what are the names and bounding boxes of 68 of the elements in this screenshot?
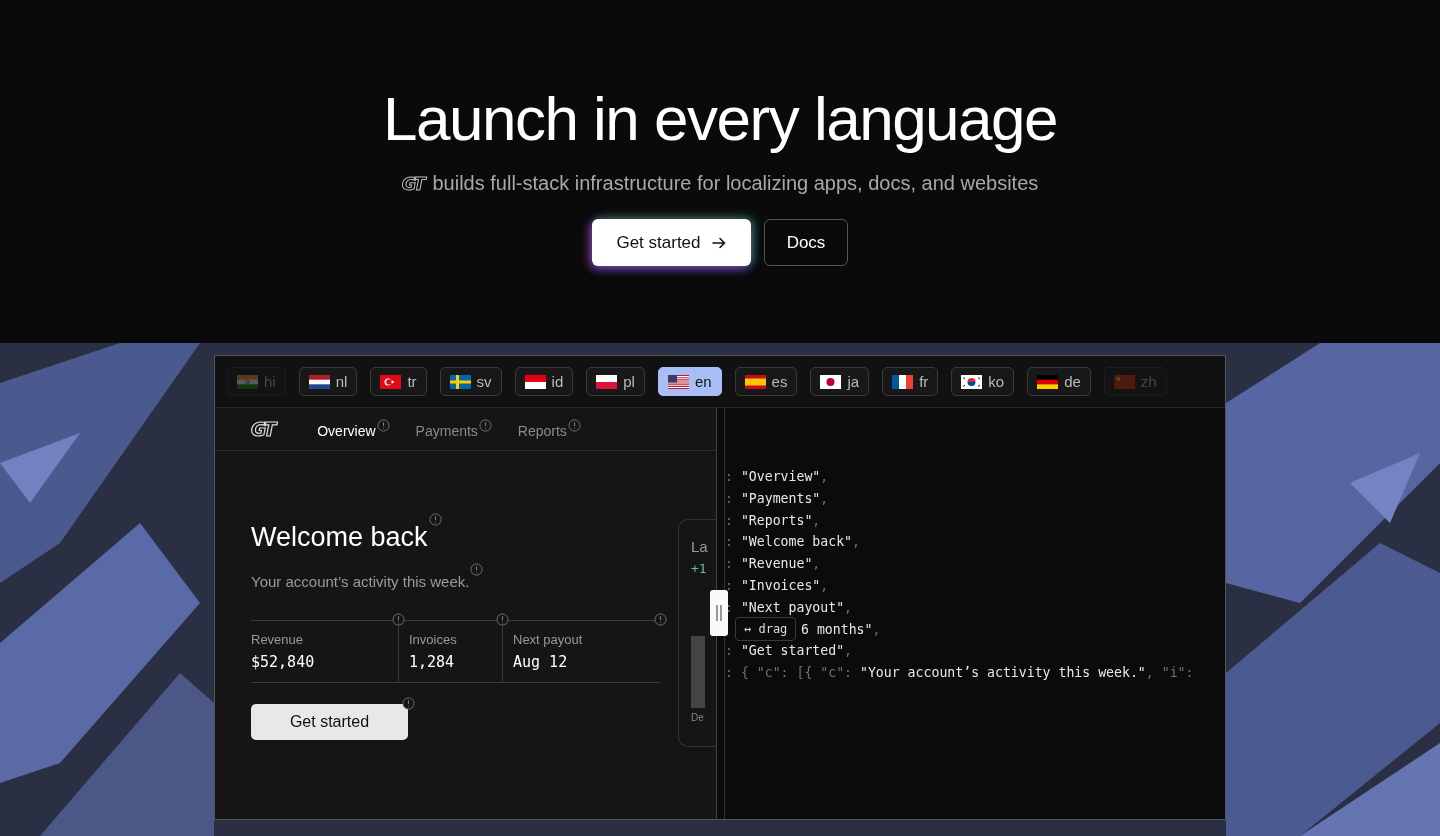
hero-title: Launch in every language bbox=[382, 83, 1058, 155]
hero-subtitle: builds full-stack infrastructure for localizing apps, docs, and websites bbox=[432, 172, 1039, 195]
grip-icon bbox=[716, 604, 722, 622]
code-line: : "Overview", bbox=[725, 468, 829, 486]
code-line: : "Payments", bbox=[725, 489, 829, 508]
code-line: : { "c": [{ "c": "Your account’s activity this week.", "i": bbox=[725, 664, 1194, 683]
get-started-button[interactable]: Get started bbox=[592, 219, 751, 266]
code-line: : "Invoices", bbox=[725, 577, 829, 595]
stat-value: Aug 12 bbox=[513, 653, 569, 671]
language-tab[interactable]: pl bbox=[586, 367, 645, 396]
flag-icon bbox=[1037, 374, 1059, 389]
language-tab[interactable]: fr bbox=[882, 367, 939, 396]
info-icon bbox=[470, 563, 484, 576]
flag-icon bbox=[524, 374, 546, 389]
nav-tab[interactable]: Reports bbox=[517, 419, 567, 439]
language-tab[interactable]: nl bbox=[298, 367, 358, 396]
stat-label: Revenue bbox=[251, 632, 305, 647]
language-tab[interactable]: sv bbox=[439, 367, 502, 396]
flag-icon bbox=[308, 374, 330, 389]
stat-label: Invoices bbox=[409, 632, 458, 647]
info-icon bbox=[392, 613, 405, 626]
info-icon bbox=[496, 613, 509, 626]
language-tab[interactable]: ko bbox=[951, 367, 1015, 396]
code-line: 6 months", bbox=[801, 620, 881, 639]
language-tab[interactable]: en bbox=[657, 367, 722, 396]
code-line: : "Get started", bbox=[725, 642, 853, 661]
card-title: La bbox=[691, 538, 709, 555]
code-line: : "Welcome back", bbox=[725, 533, 860, 552]
info-icon bbox=[428, 513, 442, 526]
info-icon bbox=[567, 419, 581, 432]
chart-bar bbox=[691, 636, 705, 708]
flag-icon bbox=[1113, 374, 1135, 389]
get-started-button[interactable]: Get started bbox=[251, 704, 408, 740]
nav-tab[interactable]: Overview bbox=[317, 419, 376, 439]
flag-icon bbox=[820, 374, 842, 389]
flag-icon bbox=[237, 374, 258, 389]
logo: GT bbox=[401, 173, 426, 194]
language-tab[interactable]: es bbox=[734, 367, 798, 396]
info-icon bbox=[654, 613, 667, 626]
logo: GT bbox=[251, 418, 277, 440]
code-line: : "Revenue", bbox=[725, 555, 821, 574]
card-delta: +1 bbox=[691, 561, 708, 576]
nav-tab[interactable]: Payments bbox=[415, 419, 478, 439]
flag-icon bbox=[744, 374, 766, 389]
stat-value: 1,284 bbox=[409, 653, 456, 671]
info-icon bbox=[478, 419, 492, 432]
page-heading: Welcome back bbox=[251, 521, 428, 553]
code-line: : "Reports", bbox=[725, 511, 821, 530]
flag-icon bbox=[892, 374, 914, 389]
page-subtitle: Your account’s activity this week. bbox=[251, 573, 470, 590]
drag-tooltip: ↔ drag bbox=[735, 617, 797, 641]
language-tab[interactable]: id bbox=[514, 367, 574, 396]
language-tab[interactable]: de bbox=[1027, 367, 1091, 396]
flag-icon bbox=[449, 374, 471, 389]
flag-icon bbox=[596, 374, 618, 389]
code-line: : "Next payout", bbox=[725, 598, 853, 617]
language-tab[interactable]: ja bbox=[810, 367, 870, 396]
flag-icon bbox=[667, 374, 689, 389]
drag-handle[interactable] bbox=[710, 590, 728, 636]
flag-icon bbox=[961, 374, 983, 389]
info-icon bbox=[376, 419, 390, 432]
flag-icon bbox=[380, 374, 402, 389]
docs-button[interactable]: Docs bbox=[764, 219, 848, 266]
stat-value: $52,840 bbox=[251, 653, 316, 671]
stat-label: Next payout bbox=[513, 632, 584, 647]
axis-label: De bbox=[691, 712, 705, 723]
info-icon bbox=[402, 697, 415, 710]
language-tab[interactable]: tr bbox=[370, 367, 427, 396]
